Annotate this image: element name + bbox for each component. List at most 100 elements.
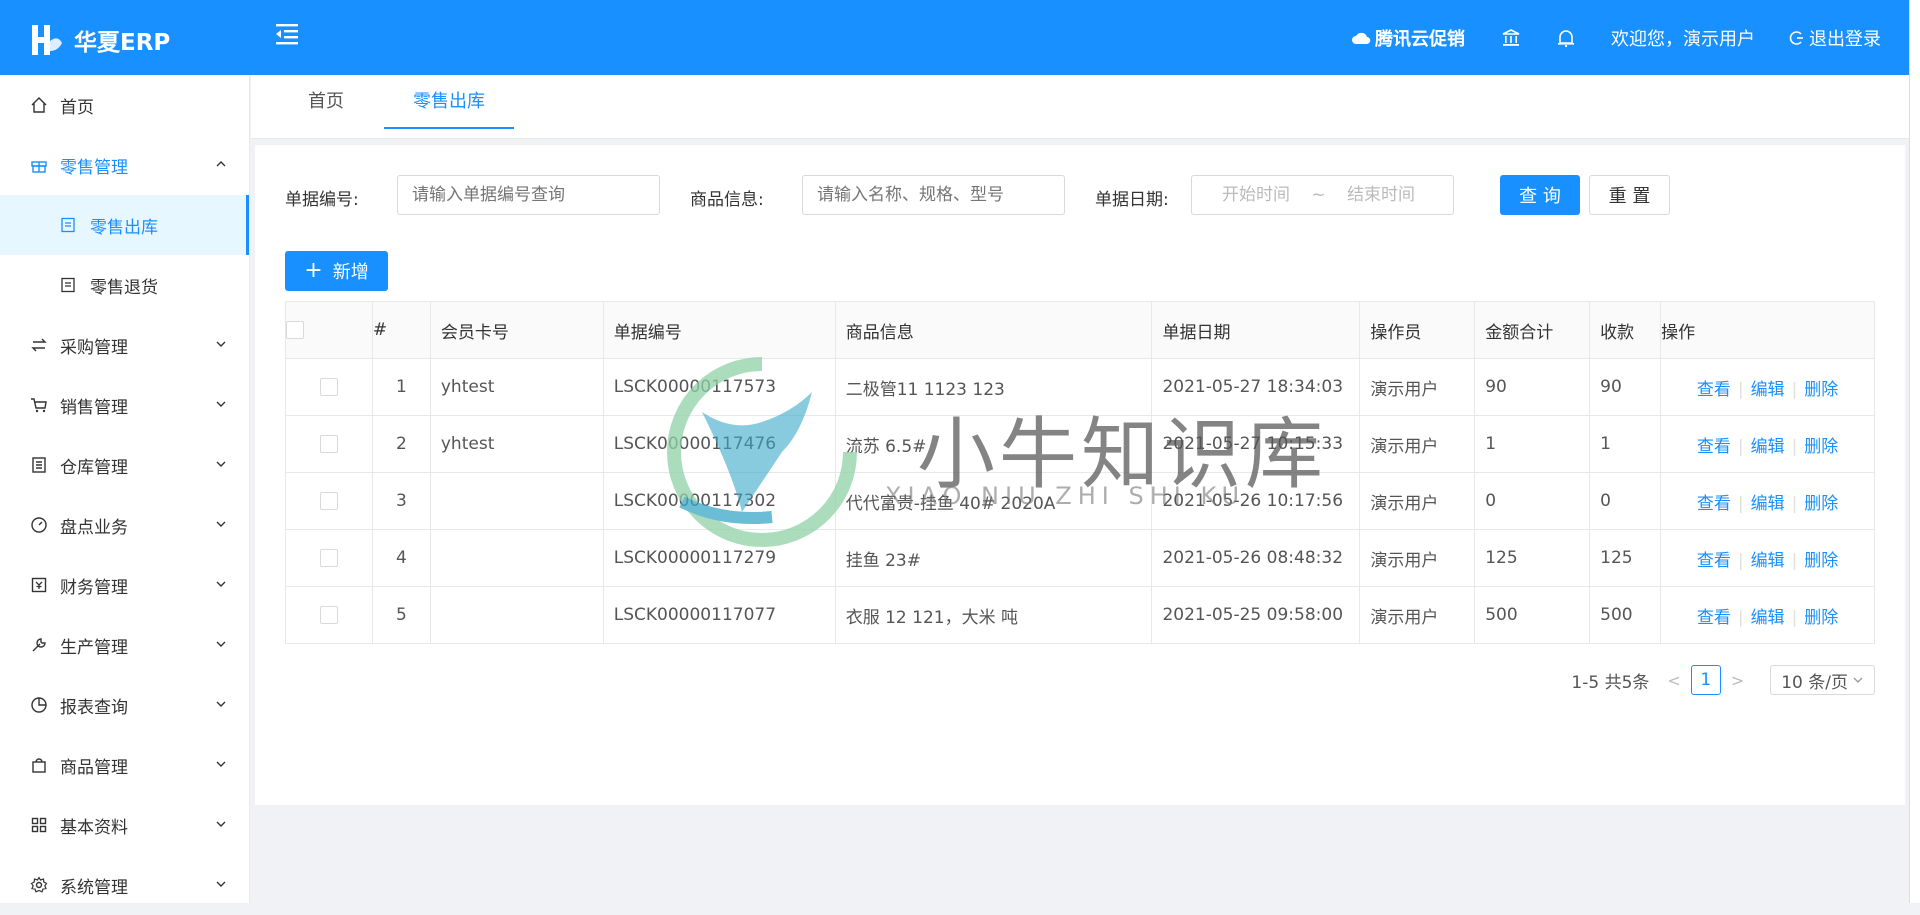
query-button[interactable]: 查 询 — [1500, 175, 1580, 215]
amount-cell: 0 — [1474, 472, 1591, 530]
goods-label: 商品信息: — [690, 190, 764, 210]
next-page-icon[interactable]: > — [1731, 671, 1744, 690]
sidebar-item-label: 零售退货 — [90, 277, 158, 298]
sidebar-item-basic[interactable]: 基本资料 — [0, 795, 249, 855]
edit-link[interactable]: 编辑 — [1751, 551, 1785, 571]
delete-link[interactable]: 删除 — [1804, 437, 1838, 457]
cart-icon — [31, 398, 47, 413]
menu-fold-icon[interactable] — [274, 22, 300, 46]
sidebar-item-goods[interactable]: 商品管理 — [0, 735, 249, 795]
logo[interactable]: 华夏ERP — [28, 20, 170, 60]
row-checkbox[interactable] — [319, 492, 338, 510]
view-link[interactable]: 查看 — [1697, 380, 1731, 400]
delete-link[interactable]: 删除 — [1804, 608, 1838, 628]
row-checkbox[interactable] — [319, 606, 338, 624]
sidebar-item-warehouse[interactable]: 仓库管理 — [0, 435, 249, 495]
add-label: 新增 — [332, 262, 369, 283]
finance-icon — [31, 577, 47, 593]
edit-link[interactable]: 编辑 — [1751, 608, 1785, 628]
member-cell: yhtest — [429, 358, 604, 416]
sidebar-item-label: 商品管理 — [60, 757, 128, 778]
op-divider: | — [1791, 607, 1798, 628]
operator-cell: 演示用户 — [1359, 472, 1476, 530]
view-link[interactable]: 查看 — [1697, 608, 1731, 628]
goods-input[interactable] — [802, 175, 1065, 215]
column-header: 操作员 — [1359, 301, 1476, 359]
chevron-down-icon — [216, 461, 226, 467]
edit-link[interactable]: 编辑 — [1751, 380, 1785, 400]
sidebar-item-production[interactable]: 生产管理 — [0, 615, 249, 675]
add-button[interactable]: + 新增 — [285, 251, 388, 291]
table-row: 1 yhtest LSCK00000117573 二极管11 1123 123 … — [285, 358, 1875, 416]
sidebar-item-retail-out[interactable]: 零售出库 — [0, 195, 249, 255]
table-row: 4 LSCK00000117279 挂鱼 23# 2021-05-26 08:4… — [285, 529, 1875, 587]
date-range-picker[interactable]: 开始时间 ~ 结束时间 — [1191, 175, 1454, 215]
edit-link[interactable]: 编辑 — [1751, 494, 1785, 514]
sidebar-item-purchase[interactable]: 采购管理 — [0, 315, 249, 375]
prev-page-icon[interactable]: < — [1667, 671, 1680, 690]
appstore-icon — [31, 817, 47, 833]
retail-out-table: # 会员卡号 单据编号 商品信息 单据日期 操作员 金额合计 收款 操作 1 y… — [285, 301, 1875, 644]
chevron-down-icon — [216, 881, 226, 887]
promo-link[interactable]: 腾讯云促销 — [1351, 25, 1465, 51]
warehouse-icon — [32, 457, 46, 473]
bank-button[interactable] — [1501, 28, 1521, 48]
row-select-cell — [285, 415, 373, 473]
delete-link[interactable]: 删除 — [1804, 494, 1838, 514]
home-icon — [31, 97, 47, 113]
date-cell: 2021-05-26 08:48:32 — [1151, 529, 1361, 587]
sidebar-item-label: 报表查询 — [60, 697, 128, 718]
select-all-checkbox[interactable] — [286, 321, 304, 339]
delete-link[interactable]: 删除 — [1804, 380, 1838, 400]
table-header-row: # 会员卡号 单据编号 商品信息 单据日期 操作员 金额合计 收款 操作 — [285, 301, 1875, 359]
plus-icon: + — [304, 258, 323, 283]
doc-icon — [61, 277, 75, 293]
page-size-select[interactable]: 10 条/页 — [1770, 665, 1875, 695]
sidebar-item-reports[interactable]: 报表查询 — [0, 675, 249, 735]
row-checkbox[interactable] — [319, 435, 338, 453]
date-cell: 2021-05-27 10:15:33 — [1151, 415, 1361, 473]
start-time-input[interactable]: 开始时间 — [1222, 185, 1290, 205]
goods-cell: 代代富贵-挂鱼 40# 2020A — [834, 472, 1153, 530]
chevron-up-icon — [216, 161, 226, 167]
logout-button[interactable]: 退出登录 — [1789, 25, 1881, 51]
edit-link[interactable]: 编辑 — [1751, 437, 1785, 457]
bill-no-input[interactable] — [397, 175, 660, 215]
reset-button[interactable]: 重 置 — [1589, 175, 1670, 215]
op-divider: | — [1737, 436, 1744, 457]
doc-icon — [61, 217, 75, 233]
page-item-current[interactable]: 1 — [1690, 665, 1721, 695]
tab-home[interactable]: 首页 — [281, 75, 371, 129]
pagination: 1-5 共5条 < 1 > 10 条/页 — [1571, 665, 1875, 695]
sidebar-item-sales[interactable]: 销售管理 — [0, 375, 249, 435]
sidebar-item-finance[interactable]: 财务管理 — [0, 555, 249, 615]
row-checkbox[interactable] — [319, 378, 338, 396]
sidebar-item-home[interactable]: 首页 — [0, 75, 249, 135]
logout-label: 退出登录 — [1809, 28, 1881, 50]
view-link[interactable]: 查看 — [1697, 437, 1731, 457]
setting-icon — [30, 876, 48, 893]
operator-cell: 演示用户 — [1359, 586, 1476, 644]
op-divider: | — [1791, 436, 1798, 457]
end-time-input[interactable]: 结束时间 — [1347, 185, 1415, 205]
delete-link[interactable]: 删除 — [1804, 551, 1838, 571]
logo-text: 华夏ERP — [74, 30, 171, 56]
column-header: # — [371, 301, 431, 359]
sidebar-item-retail-return[interactable]: 零售退货 — [0, 255, 249, 315]
view-link[interactable]: 查看 — [1697, 494, 1731, 514]
notification-button[interactable] — [1557, 28, 1575, 48]
received-cell: 500 — [1589, 586, 1662, 644]
op-divider: | — [1737, 379, 1744, 400]
date-separator: ~ — [1311, 185, 1326, 205]
sidebar-item-retail[interactable]: 零售管理 — [0, 135, 249, 195]
tab-retail-out[interactable]: 零售出库 — [384, 75, 514, 129]
vertical-scrollbar[interactable] — [1909, 0, 1920, 903]
table-row: 3 LSCK00000117302 代代富贵-挂鱼 40# 2020A 2021… — [285, 472, 1875, 530]
row-checkbox[interactable] — [319, 549, 338, 567]
sidebar-item-label: 生产管理 — [60, 637, 128, 658]
sidebar-item-inventory[interactable]: 盘点业务 — [0, 495, 249, 555]
view-link[interactable]: 查看 — [1697, 551, 1731, 571]
select-all-cell — [285, 301, 373, 359]
sidebar-item-system[interactable]: 系统管理 — [0, 855, 249, 915]
column-header: 操作 — [1660, 301, 1875, 359]
